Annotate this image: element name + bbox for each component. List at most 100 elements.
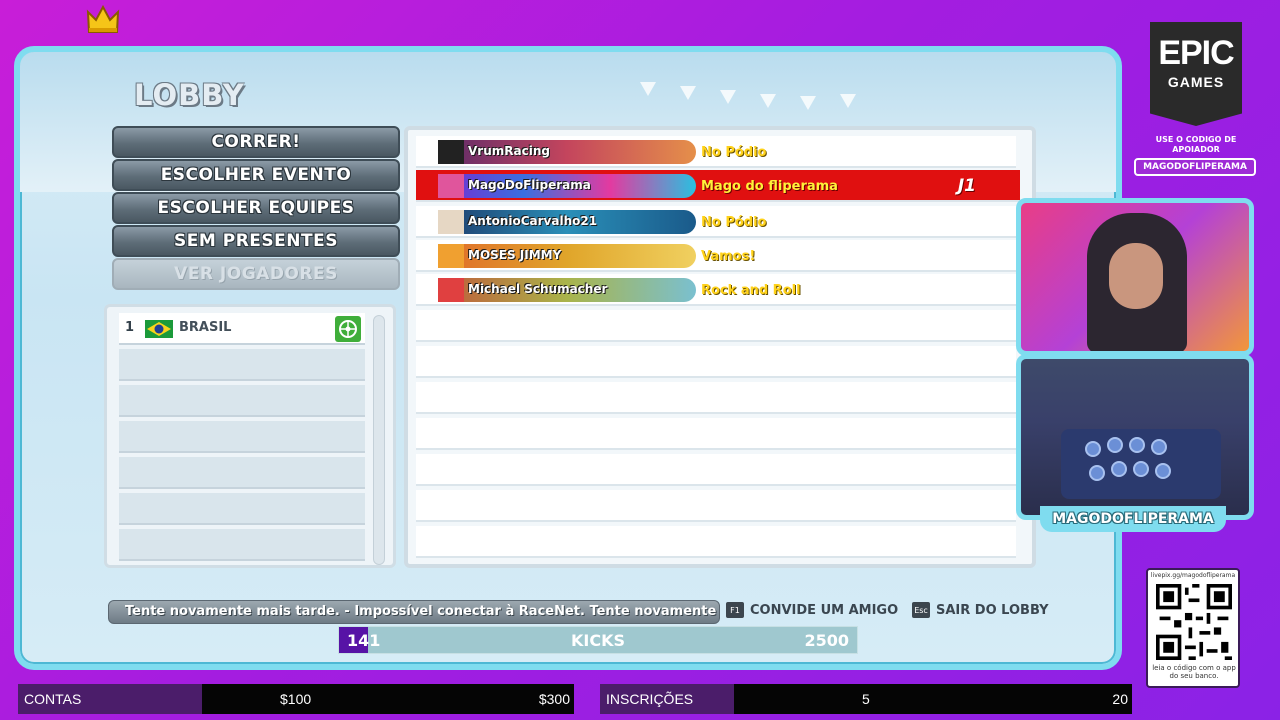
team-row[interactable]: 1 BRASIL (119, 313, 365, 345)
streamer-name-tag: MAGODOFLIPERAMA (1040, 506, 1226, 532)
player-name: AntonioCarvalho21 (468, 214, 598, 228)
kicks-label: KICKS (570, 631, 625, 650)
leave-lobby-hint[interactable]: Esc SAIR DO LOBBY (912, 602, 1049, 618)
team-list: 1 BRASIL (104, 304, 396, 568)
epic-logo-top: EPIC (1158, 34, 1234, 72)
player-banner: VrumRacing (438, 140, 696, 164)
accounts-goal-current: $100 (280, 691, 312, 707)
player-row-empty (416, 382, 1016, 414)
player-tagline: Vamos! (701, 249, 756, 264)
team-name: BRASIL (179, 320, 232, 335)
support-code: MAGODOFLIPERAMA (1134, 158, 1256, 176)
player-row-empty (416, 490, 1016, 522)
player-banner: MOSES JIMMY (438, 244, 696, 268)
bunting-flag (760, 94, 776, 108)
player-tagline: Mago do fliperama (701, 179, 838, 194)
team-row-empty (119, 385, 365, 417)
player-row-empty (416, 346, 1016, 378)
crown-icon (86, 4, 120, 33)
arcade-button-icon (1107, 437, 1123, 453)
player-row[interactable]: Michael Schumacher Rock and Roll (416, 274, 1016, 306)
player-row[interactable]: VrumRacing No Pódio (416, 136, 1016, 168)
epic-games-logo: EPIC GAMES (1150, 22, 1242, 126)
wheel-icon[interactable] (335, 316, 361, 342)
view-players-button[interactable]: VER JOGADORES (112, 258, 400, 290)
bunting-flag (720, 90, 736, 104)
player-name: Michael Schumacher (468, 282, 608, 296)
player-banner: AntonioCarvalho21 (438, 210, 696, 234)
player-banner: Michael Schumacher (438, 278, 696, 302)
avatar (438, 174, 464, 198)
player-one-badge: J1 (957, 176, 976, 196)
invite-friend-label: CONVIDE UM AMIGO (750, 602, 899, 618)
player-name: MagoDoFliperama (468, 178, 591, 192)
avatar (438, 210, 464, 234)
webcam-hands (1016, 354, 1254, 520)
arcade-button-icon (1155, 463, 1171, 479)
avatar (438, 278, 464, 302)
team-list-scrollbar[interactable] (373, 315, 385, 565)
invite-friend-hint[interactable]: F1 CONVIDE UM AMIGO (726, 602, 898, 618)
page-title: LOBBY (134, 78, 245, 112)
qr-url: livepix.gg/magodofliperama (1150, 572, 1236, 579)
player-banner: MagoDoFliperama (438, 174, 696, 198)
team-row-empty (119, 457, 365, 489)
arcade-button-icon (1111, 461, 1127, 477)
no-gifts-button[interactable]: SEM PRESENTES (112, 225, 400, 257)
accounts-goal-label: CONTAS (24, 691, 82, 707)
pix-qr-card: livepix.gg/magodofliperama leia o código… (1146, 568, 1240, 688)
leave-lobby-label: SAIR DO LOBBY (936, 602, 1049, 618)
player-row-empty (416, 310, 1016, 342)
team-rank: 1 (125, 320, 135, 335)
accounts-goal-target: $300 (538, 691, 570, 707)
run-button[interactable]: CORRER! (112, 126, 400, 158)
subs-goal-bar: INSCRIÇÕES 5 20 (600, 684, 1132, 714)
avatar (438, 140, 464, 164)
accounts-goal-bar: CONTAS $100 $300 (18, 684, 574, 714)
player-name: MOSES JIMMY (468, 248, 562, 262)
arcade-button-icon (1089, 465, 1105, 481)
player-row[interactable]: AntonioCarvalho21 No Pódio (416, 206, 1016, 238)
player-tagline: Rock and Roll (701, 283, 801, 298)
team-row-empty (119, 421, 365, 453)
bunting-flag (840, 94, 856, 108)
support-code-caption: USE O CODIGO DE APOIADOR (1155, 135, 1237, 154)
player-row-empty (416, 454, 1016, 486)
status-ticker: Tente novamente mais tarde. - Impossível… (108, 600, 720, 624)
streamer-face (1109, 243, 1163, 309)
webcam-face (1016, 198, 1254, 356)
arcade-button-icon (1133, 461, 1149, 477)
game-window: LOBBY CORRER! ESCOLHER EVENTO ESCOLHER E… (14, 46, 1122, 670)
player-row-empty (416, 526, 1016, 558)
arcade-stick-panel (1061, 429, 1221, 499)
player-tagline: No Pódio (701, 145, 767, 160)
players-list: VrumRacing No Pódio MagoDoFliperama Mago… (404, 126, 1036, 568)
esc-key-icon: Esc (912, 602, 930, 618)
bunting-flag (640, 82, 656, 96)
epic-logo-bottom: GAMES (1167, 74, 1225, 90)
choose-teams-button[interactable]: ESCOLHER EQUIPES (112, 192, 400, 224)
subs-goal-current: 5 (862, 691, 870, 707)
choose-event-button[interactable]: ESCOLHER EVENTO (112, 159, 400, 191)
team-row-empty (119, 349, 365, 381)
player-tagline: No Pódio (701, 215, 767, 230)
bunting-flag (800, 96, 816, 110)
arcade-button-icon (1085, 441, 1101, 457)
kicks-goal: 2500 (804, 631, 849, 650)
arcade-button-icon (1129, 437, 1145, 453)
player-row-empty (416, 418, 1016, 450)
avatar (438, 244, 464, 268)
player-name: VrumRacing (468, 144, 550, 158)
arcade-button-icon (1151, 439, 1167, 455)
subs-goal-label: INSCRIÇÕES (606, 691, 694, 707)
brazil-flag-icon (145, 320, 173, 338)
player-row-selected[interactable]: MagoDoFliperama Mago do fliperama J1 (416, 170, 1020, 202)
subs-goal-target: 20 (1112, 691, 1128, 707)
team-row-empty (119, 529, 365, 561)
kicks-progress-bar: 141 KICKS 2500 (338, 626, 858, 654)
player-row[interactable]: MOSES JIMMY Vamos! (416, 240, 1016, 272)
qr-code-icon (1156, 584, 1232, 660)
team-row-empty (119, 493, 365, 525)
f1-key-icon: F1 (726, 602, 744, 618)
qr-caption: leia o código com o app do seu banco. (1152, 664, 1236, 680)
